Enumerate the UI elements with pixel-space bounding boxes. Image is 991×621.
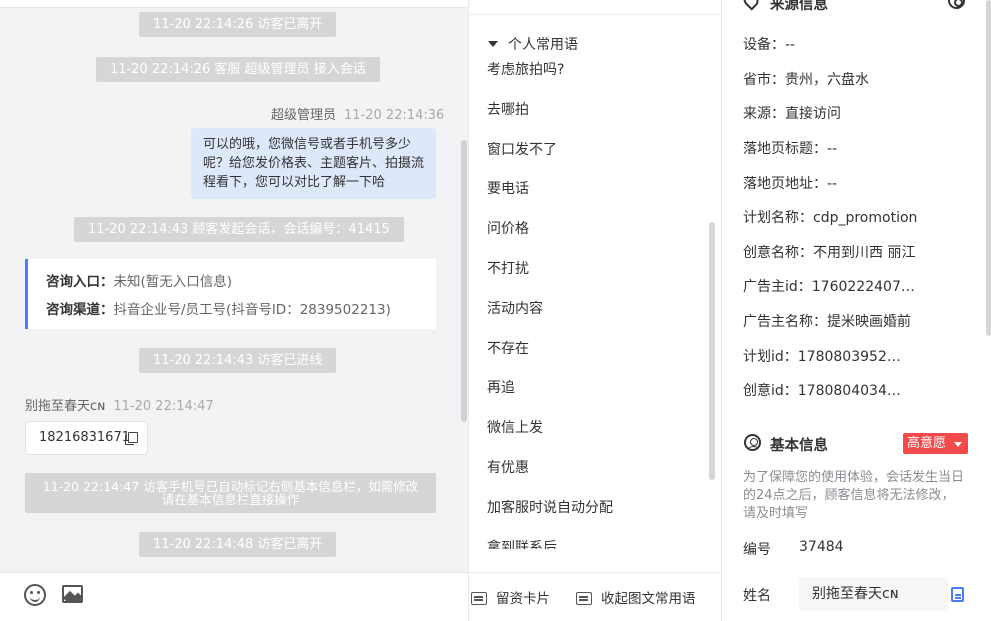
system-note: 11-20 22:14:47 访客手机号已自动标记右侧基本信息栏，如需修改请在基… xyxy=(25,473,436,513)
consult-entry: 咨询入口：未知(暂无入口信息) xyxy=(46,274,233,290)
message-icon xyxy=(576,592,592,605)
creative-id: 创意id：1780804034863 xyxy=(743,383,907,399)
source-region: 省市：贵州，六盘水 xyxy=(743,72,869,88)
edit-deadline-notice: 为了保障您的使用体验，会话发生当日的24点之后，顾客信息将无法修改，请及时填写 xyxy=(743,470,965,521)
system-note: 11-20 22:14:26 访客已离开 xyxy=(139,12,337,37)
landing-page-title: 落地页标题：-- xyxy=(743,141,838,157)
consult-info-card: 咨询入口：未知(暂无入口信息) 咨询渠道：抖音企业号/员工号(抖音号ID：283… xyxy=(25,259,436,329)
plan-name: 计划名称：cdp_promotion xyxy=(743,210,918,226)
phrase-item[interactable]: 考虑旅拍吗? xyxy=(487,56,702,96)
phrase-list[interactable]: 考虑旅拍吗? 去哪拍 窗口发不了 要电话 问价格 不打扰 活动内容 不存在 再追… xyxy=(487,56,702,549)
source-channel: 来源：直接访问 xyxy=(743,106,841,122)
phrase-item[interactable]: 微信上发 xyxy=(487,414,702,454)
intent-level-badge[interactable]: 高意愿 xyxy=(903,433,968,454)
copy-icon[interactable] xyxy=(125,432,138,445)
basic-info-title: 基本信息 xyxy=(770,438,828,454)
phrase-group-header[interactable]: 个人常用语 xyxy=(488,34,578,54)
system-note: 11-20 22:14:43 顾客发起会话，会话编号：41415 xyxy=(74,217,404,242)
landing-page-url: 落地页地址：-- xyxy=(743,176,838,192)
phrase-item[interactable]: 要电话 xyxy=(487,175,702,215)
lead-card-button[interactable]: 留资卡片 xyxy=(471,587,550,607)
customer-id-label: 编号 xyxy=(743,542,771,558)
user-icon xyxy=(744,434,761,451)
plan-id: 计划id：1780803952971 xyxy=(743,349,906,365)
phrase-item[interactable]: 加客服时说自动分配 xyxy=(487,494,702,534)
visitor-message-meta: 别拖至春天ᴄɴ 11-20 22:14:47 xyxy=(25,395,214,414)
workspace: 11-20 22:14:26 访客已离开 11-20 22:14:26 客服 超… xyxy=(0,0,991,621)
system-note: 11-20 22:14:26 客服 超级管理员 接入会话 xyxy=(96,57,380,82)
agent-message-bubble: 可以的哦，您微信号或者手机号多少呢？给您发价格表、主题客片、拍摄流程看下，您可以… xyxy=(191,128,436,199)
creative-name: 创意名称：不用到川西 丽江 xyxy=(743,245,916,261)
chat-panel: 11-20 22:14:26 访客已离开 11-20 22:14:26 客服 超… xyxy=(0,0,468,621)
settings-icon[interactable] xyxy=(948,0,965,9)
phrases-scrollbar[interactable] xyxy=(709,222,715,480)
document-icon[interactable] xyxy=(951,587,964,602)
visitor-phone: 18216831671 xyxy=(39,430,130,445)
phrase-item[interactable]: 窗口发不了 xyxy=(487,136,702,176)
emoji-icon[interactable] xyxy=(24,584,46,606)
phrase-group-title: 个人常用语 xyxy=(508,37,578,53)
customer-id-value: 37484 xyxy=(799,539,844,555)
chat-history[interactable]: 11-20 22:14:26 访客已离开 11-20 22:14:26 客服 超… xyxy=(0,0,468,572)
caret-down-icon xyxy=(954,442,962,447)
visitor-phone-message: 18216831671 xyxy=(25,421,148,455)
advertiser-id: 广告主id：1760222407963 xyxy=(743,279,920,295)
agent-message-meta: 超级管理员 11-20 22:14:36 xyxy=(271,104,444,123)
chat-top-strip xyxy=(0,0,468,8)
visitor-name: 别拖至春天ᴄɴ xyxy=(25,399,106,414)
quick-phrases-panel: 个人常用语 考虑旅拍吗? 去哪拍 窗口发不了 要电话 问价格 不打扰 活动内容 … xyxy=(468,0,721,621)
collapse-phrases-button[interactable]: 收起图文常用语 xyxy=(576,587,696,607)
source-device: 设备：-- xyxy=(743,37,796,53)
consult-channel: 咨询渠道：抖音企业号/员工号(抖音号ID：2839502213) xyxy=(46,302,391,318)
phrase-item[interactable]: 有优惠 xyxy=(487,454,702,494)
phrase-item[interactable]: 去哪拍 xyxy=(487,96,702,136)
agent-name: 超级管理员 xyxy=(271,108,337,123)
phrase-item[interactable]: 不打扰 xyxy=(487,255,702,295)
info-scrollbar[interactable] xyxy=(986,0,991,336)
location-icon xyxy=(740,0,762,11)
system-note: 11-20 22:14:48 访客已离开 xyxy=(139,532,337,557)
card-icon xyxy=(471,592,487,605)
phrase-item[interactable]: 不存在 xyxy=(487,335,702,375)
chat-scrollbar[interactable] xyxy=(461,140,467,422)
customer-name-input[interactable]: 别拖至春天ᴄɴ xyxy=(799,577,948,611)
source-info-title: 来源信息 xyxy=(770,0,828,13)
caret-down-icon xyxy=(488,41,498,47)
chat-input-toolbar xyxy=(0,572,468,621)
phrases-top-bar xyxy=(469,0,721,15)
message-time: 11-20 22:14:47 xyxy=(113,399,214,414)
advertiser-name: 广告主名称：提米映画婚前 xyxy=(743,314,911,330)
customer-info-panel: 来源信息 设备：-- 省市：贵州，六盘水 来源：直接访问 落地页标题：-- 落地… xyxy=(721,0,991,621)
message-time: 11-20 22:14:36 xyxy=(344,108,445,123)
phrases-bottom-bar: 留资卡片 收起图文常用语 xyxy=(469,572,721,621)
phrase-item[interactable]: 问价格 xyxy=(487,215,702,255)
image-icon[interactable] xyxy=(62,585,83,603)
phrase-item[interactable]: 再追 xyxy=(487,374,702,414)
phrase-item[interactable]: 拿到联系后 xyxy=(487,534,702,549)
phrase-item[interactable]: 活动内容 xyxy=(487,295,702,335)
system-note: 11-20 22:14:43 访客已进线 xyxy=(139,348,337,373)
customer-name-label: 姓名 xyxy=(743,588,771,604)
